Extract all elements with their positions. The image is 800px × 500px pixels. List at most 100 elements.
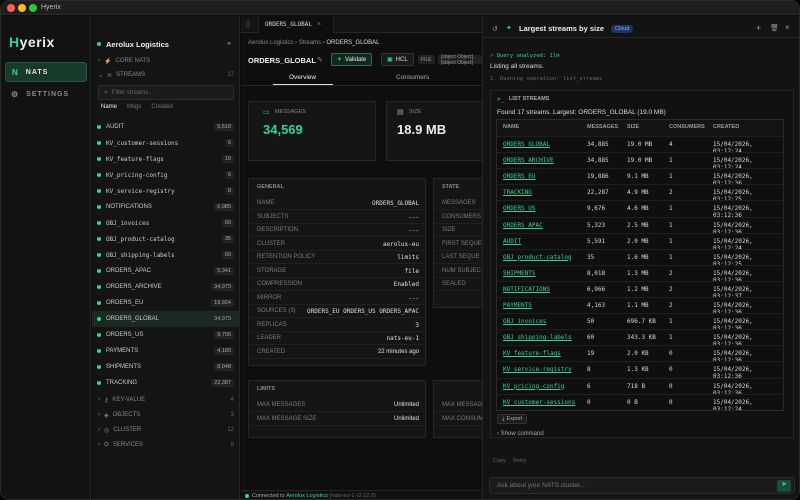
table-row: ORDERS_GLOBAL 34,885 19.0 MB 4 15/04/2026, 0…	[497, 136, 783, 155]
limit-row: MAX CONSUM	[434, 413, 482, 426]
sidebar-item-stream[interactable]: ORDERS_APAC 5,341	[92, 263, 240, 279]
table-cell: 696.7 KB	[627, 318, 656, 326]
column-header[interactable]: MESSAGES	[587, 124, 618, 130]
stream-name: ORDERS_APAC	[106, 268, 151, 274]
stream-link[interactable]: NOTIFICATIONS	[503, 286, 550, 293]
sidebar-item-stream[interactable]: ORDERS_ARCHIVE 34,973	[92, 279, 240, 295]
column-header[interactable]: CREATED	[713, 124, 739, 130]
table-row: OBJ_invoices 50 696.7 KB 1 15/04/2026, 03:12…	[497, 313, 783, 332]
sidebar-item-stream[interactable]: ORDERS_US 9,706	[92, 327, 240, 343]
chevron-right-icon: ›	[98, 397, 100, 403]
table-cell: 19	[587, 350, 595, 358]
section-streams[interactable]: ⌄ ≋ STREAMS 17	[92, 67, 240, 83]
stream-link[interactable]: KV_pricing-config	[503, 383, 564, 390]
context-selector[interactable]: Aerolux Logistics ⚭	[92, 36, 240, 52]
table-cell: 2.0 MB	[627, 237, 649, 245]
sort-tab-name[interactable]: Name	[101, 104, 117, 110]
stream-link[interactable]: OBJ_shipping-labels	[503, 334, 572, 341]
stream-link[interactable]: OBJ_invoices	[503, 318, 546, 325]
stream-link[interactable]: AUDIT	[503, 238, 521, 245]
table-cell: 9,676	[587, 205, 606, 213]
maximize-window-button[interactable]	[29, 4, 37, 12]
close-tab-icon[interactable]: ×	[317, 21, 321, 28]
sidebar-item-stream[interactable]: SHIPMENTS 8,048	[92, 359, 240, 375]
sidebar-item-stream[interactable]: NOTIFICATIONS 6,985	[92, 199, 240, 215]
sidebar-item-stream[interactable]: PAYMENTS 4,180	[92, 343, 240, 359]
stream-status-dot	[97, 253, 101, 257]
stream-status-dot	[97, 189, 101, 193]
stream-link[interactable]: TRACKING	[503, 189, 532, 196]
state-row: NUM SUBJEC	[434, 265, 482, 278]
table-cell: 1	[669, 318, 673, 326]
chat-input[interactable]: Ask about your NATS cluster... ➤	[489, 477, 795, 494]
export-button[interactable]: ⤓ Export	[497, 414, 528, 424]
stream-status-dot	[97, 365, 101, 369]
sidebar-item-stream[interactable]: ORDERS_EU 19,924	[92, 295, 240, 311]
sidebar-item-stream[interactable]: KV_customer-sessions 6	[92, 135, 240, 151]
new-chat-icon[interactable]: +	[756, 23, 761, 33]
section-cluster[interactable]: › ◎ CLUSTER 12	[92, 422, 240, 438]
sort-tab-msgs[interactable]: Msgs	[127, 104, 141, 110]
sidebar-item-stream[interactable]: OBJ_shipping-labels 60	[92, 247, 240, 263]
stream-link[interactable]: OBJ_product-catalog	[503, 254, 572, 261]
column-header[interactable]: CONSUMERS	[669, 124, 705, 130]
minimize-window-button[interactable]	[18, 4, 26, 12]
copy-button[interactable]: Copy	[493, 458, 506, 464]
state-row: SEALED	[434, 278, 482, 291]
close-icon[interactable]: ×	[785, 23, 790, 32]
section-key-value[interactable]: › ⚷ KEY-VALUE 4	[92, 392, 240, 408]
stream-link[interactable]: ORDERS_ARCHIVE	[503, 157, 554, 164]
sidebar-item-stream[interactable]: OBJ_product-catalog 35	[92, 231, 240, 247]
validate-button[interactable]: ✦ Validate	[331, 53, 373, 66]
tab-bar: ▯ ORDERS_GLOBAL ×	[241, 16, 482, 33]
tab-overview[interactable]: Overview	[289, 74, 316, 81]
stream-link[interactable]: KV_feature-flags	[503, 350, 561, 357]
table-cell: 1	[669, 173, 673, 181]
rail-item-nats[interactable]: N NATS	[5, 62, 87, 82]
sidebar-item-stream[interactable]: AUDIT 5,518	[92, 119, 240, 135]
column-header[interactable]: NAME	[503, 124, 519, 130]
table-cell: 0	[669, 398, 673, 406]
close-window-button[interactable]	[7, 4, 15, 12]
stream-link[interactable]: ORDERS_APAC	[503, 222, 543, 229]
history-icon[interactable]: ↺	[492, 25, 498, 33]
table-cell: 1.2 MB	[627, 285, 649, 293]
sidebar-item-stream[interactable]: ORDERS_GLOBAL 34,973	[92, 311, 240, 327]
tab-consumers[interactable]: Consumers	[396, 74, 429, 81]
sort-tab-created[interactable]: Created	[151, 104, 172, 110]
trash-icon[interactable]: 🗑	[770, 24, 779, 32]
stream-link[interactable]: ORDERS_EU	[503, 173, 536, 180]
table-row: AUDIT 5,591 2.0 MB 1 15/04/2026, 03:12:24	[497, 232, 783, 252]
sidebar-toggle-icon[interactable]: ▯	[246, 20, 250, 28]
stream-link[interactable]: ORDERS_US	[503, 205, 536, 212]
stream-status-dot	[97, 285, 101, 289]
stream-link[interactable]: KV_service-registry	[503, 366, 572, 373]
general-row: SUBJECTS ---	[249, 211, 427, 224]
section-objects[interactable]: › ◈ OBJECTS 3	[92, 407, 240, 423]
stream-link[interactable]: SHIPMENTS	[503, 270, 536, 277]
hcl-button[interactable]: ▣ HCL	[381, 53, 414, 66]
chevron-down-icon: ⌄	[98, 72, 104, 79]
sidebar-item-stream[interactable]: KV_pricing-config 6	[92, 167, 240, 183]
stream-link[interactable]: PAYMENTS	[503, 302, 532, 309]
edit-icon[interactable]: ✎	[317, 56, 323, 64]
retry-button[interactable]: Retry	[513, 458, 526, 464]
filter-streams-input[interactable]: ⌕ Filter streams...	[98, 85, 234, 100]
services-icon: ⛭	[104, 441, 109, 448]
sidebar-item-stream[interactable]: KV_feature-flags 19	[92, 151, 240, 167]
table-cell: 60	[587, 334, 595, 342]
link-icon[interactable]: ⚭	[226, 40, 232, 48]
show-command-toggle[interactable]: › Show command	[497, 431, 544, 437]
rail-item-settings[interactable]: ⚙ SETTINGS	[5, 84, 87, 104]
column-header[interactable]: SIZE	[627, 124, 639, 130]
sidebar-item-stream[interactable]: OBJ_invoices 60	[92, 215, 240, 231]
sidebar-item-stream[interactable]: TRACKING 22,387	[92, 375, 240, 391]
stream-link[interactable]: ORDERS_GLOBAL	[503, 141, 550, 148]
tab-orders-global[interactable]: ORDERS_GLOBAL ×	[258, 16, 334, 33]
send-button[interactable]: ➤	[777, 480, 791, 492]
sidebar-item-stream[interactable]: KV_service-registry 8	[92, 183, 240, 199]
table-cell: 4.6 MB	[627, 205, 649, 213]
app-window: Hyerix Hyerix N NATS ⚙ SETTINGS Aerolux …	[0, 0, 800, 500]
section-services[interactable]: › ⛭ SERVICES 8	[92, 437, 240, 453]
stream-link[interactable]: KV_customer-sessions	[503, 399, 575, 406]
